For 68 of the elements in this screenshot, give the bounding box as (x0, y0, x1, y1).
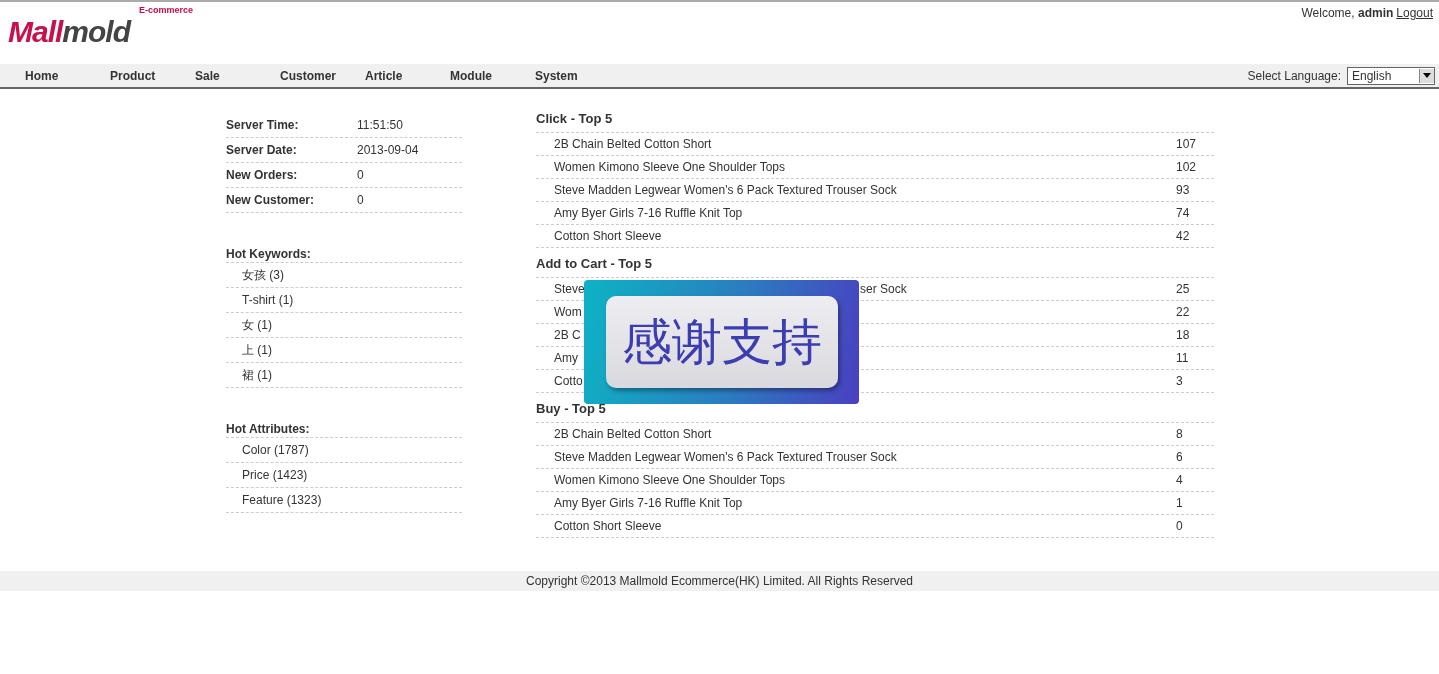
stat-value: 0 (357, 168, 364, 182)
list-item: Price (1423) (242, 468, 308, 482)
stat-value: 0 (357, 193, 364, 207)
banner-image[interactable]: 感谢支持 (584, 280, 859, 404)
count: 11 (1176, 351, 1190, 365)
stat-value: 2013-09-04 (357, 143, 419, 157)
product-name: Steve (554, 282, 585, 296)
product-name: 2B Chain Belted Cotton Short (554, 137, 712, 151)
product-name: Amy (554, 351, 578, 365)
logo-tagline: E-commerce (138, 5, 193, 15)
product-name: 2B Chain Belted Cotton Short (554, 427, 712, 441)
count: 22 (1176, 305, 1191, 319)
count: 6 (1176, 450, 1184, 464)
banner-label: 感谢支持 (605, 296, 838, 388)
section-title: Add to Cart - Top 5 (536, 256, 653, 271)
count: 3 (1176, 374, 1184, 388)
count: 107 (1176, 137, 1198, 151)
copyright-text: Copyright ©2013 Mallmold Ecommerce(HK) Limited. All Rights Reserved (526, 574, 913, 588)
list-item: Feature (1323) (242, 493, 322, 507)
stat-label: Server Date: (226, 143, 298, 157)
product-name: 2B C (554, 328, 581, 342)
stat-value: 11:51:50 (357, 118, 403, 132)
list-heading: Hot Attributes: (226, 422, 310, 436)
product-name: Amy Byer Girls 7-16 Ruffle Knit Top (554, 496, 743, 510)
product-name: Women Kimono Sleeve One Shoulder Tops (554, 160, 786, 174)
product-name: Wom (554, 305, 582, 319)
welcome-text: Welcome, admin (1301, 6, 1394, 20)
list-item: 女 (1) (242, 316, 272, 334)
count: 93 (1176, 183, 1191, 197)
count: 102 (1176, 160, 1198, 174)
nav-item[interactable]: Product (110, 68, 195, 83)
nav-item[interactable]: Home (25, 68, 110, 83)
product-name: Steve Madden Legwear Women's 6 Pack Textured Trouser Sock (554, 450, 897, 464)
logout-link[interactable]: Logout (1396, 6, 1433, 20)
product-name: Women Kimono Sleeve One Shoulder Tops (554, 473, 786, 487)
count: 18 (1176, 328, 1191, 342)
nav-item[interactable]: Module (450, 68, 535, 83)
list-item: 上 (1) (242, 341, 272, 359)
list-item: T-shirt (1) (242, 293, 294, 307)
list-heading: Hot Keywords: (226, 247, 311, 261)
list-item: 裙 (1) (242, 366, 272, 384)
product-name: Cotton Short Sleeve (554, 229, 662, 243)
product-name: Amy Byer Girls 7-16 Ruffle Knit Top (554, 206, 743, 220)
nav-item[interactable]: System (535, 68, 620, 83)
language-label: Select Language: (1247, 68, 1341, 83)
product-name: Cotto (554, 374, 583, 388)
stat-label: Server Time: (226, 118, 300, 132)
list-item: Color (1787) (242, 443, 309, 457)
stat-label: New Customer: (226, 193, 315, 207)
logo: Mallmold (8, 17, 131, 47)
section-title: Buy - Top 5 (536, 401, 606, 416)
count: 74 (1176, 206, 1191, 220)
section-title: Click - Top 5 (536, 111, 613, 126)
stat-label: New Orders: (226, 168, 299, 182)
count: 42 (1176, 229, 1191, 243)
count: 0 (1176, 519, 1184, 533)
product-name: Cotton Short Sleeve (554, 519, 662, 533)
language-select[interactable]: English (1347, 66, 1435, 85)
nav-item[interactable]: Article (365, 68, 450, 83)
nav-item[interactable]: Customer (280, 68, 365, 83)
count: 4 (1176, 473, 1184, 487)
product-name: Steve Madden Legwear Women's 6 Pack Textured Trouser Sock (554, 183, 897, 197)
list-item: 女孩 (3) (242, 266, 284, 284)
count: 8 (1176, 427, 1184, 441)
nav-item[interactable]: Sale (195, 68, 280, 83)
product-name: ser Sock (860, 282, 907, 296)
count: 25 (1176, 282, 1191, 296)
count: 1 (1176, 496, 1184, 510)
